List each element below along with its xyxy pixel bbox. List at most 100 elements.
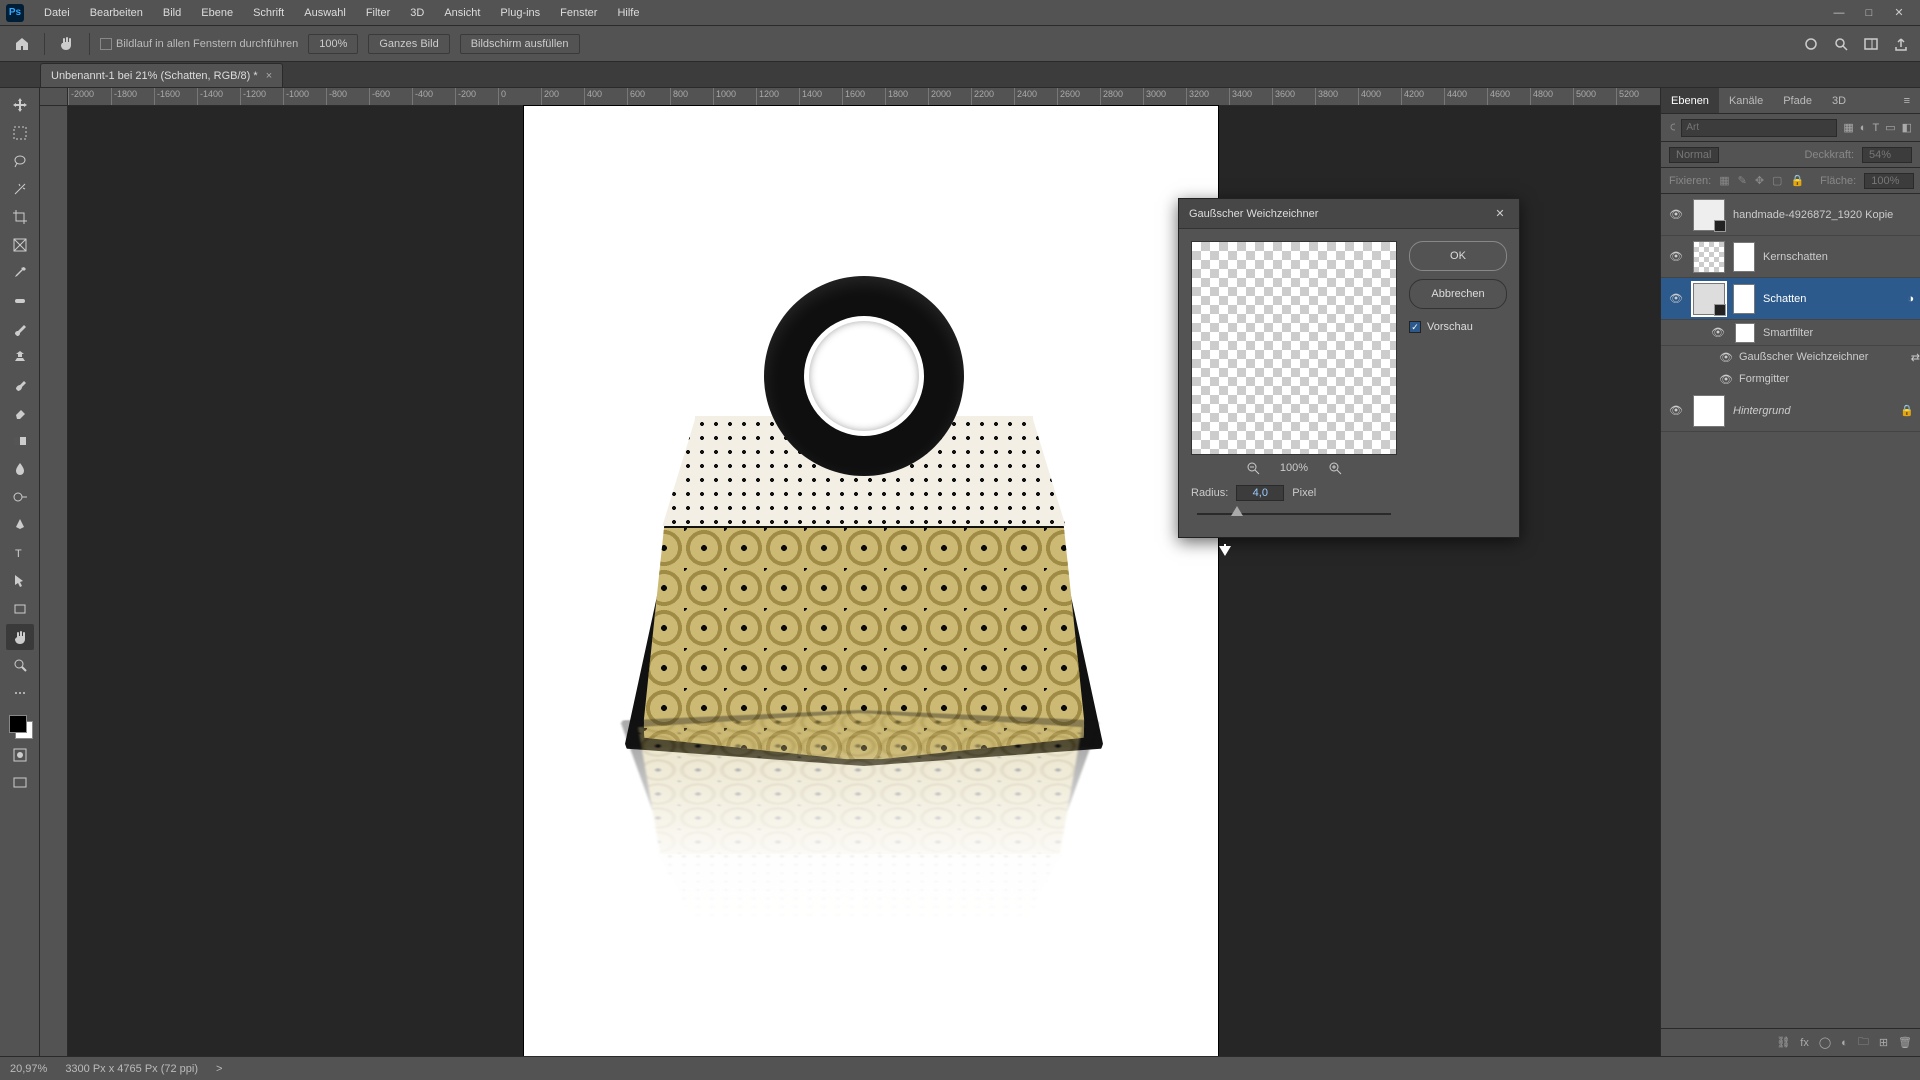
rectangle-tool[interactable] [6, 596, 34, 622]
menu-plugins[interactable]: Plug-ins [490, 7, 550, 19]
radius-input[interactable] [1236, 485, 1284, 501]
visibility-toggle[interactable]: 👁 [1667, 250, 1685, 263]
menu-bild[interactable]: Bild [153, 7, 191, 19]
layer-thumbnail[interactable] [1693, 241, 1725, 273]
lock-transparency-icon[interactable]: ▦ [1719, 174, 1729, 187]
filter-pixel-icon[interactable]: ▦ [1843, 121, 1853, 134]
gradient-tool[interactable] [6, 428, 34, 454]
tab-3d[interactable]: 3D [1822, 88, 1856, 113]
hand-tool-toolbox[interactable] [6, 624, 34, 650]
lock-artboard-icon[interactable]: ▢ [1772, 174, 1782, 187]
smart-filters-row[interactable]: 👁 Smartfilter [1661, 320, 1920, 346]
share-icon[interactable] [1892, 35, 1910, 53]
filter-options-icon[interactable]: ⇄ [1911, 351, 1920, 364]
radius-slider[interactable] [1197, 505, 1391, 523]
menu-hilfe[interactable]: Hilfe [607, 7, 649, 19]
cancel-button[interactable]: Abbrechen [1409, 279, 1507, 309]
blur-tool[interactable] [6, 456, 34, 482]
status-zoom[interactable]: 20,97% [10, 1063, 47, 1075]
ruler-origin[interactable] [40, 88, 68, 106]
dialog-titlebar[interactable]: Gaußscher Weichzeichner ✕ [1179, 199, 1519, 229]
zoom-in-icon[interactable] [1328, 461, 1342, 475]
move-tool[interactable] [6, 92, 34, 118]
layer-name[interactable]: Schatten [1763, 293, 1899, 305]
layer-mask-thumbnail[interactable] [1733, 242, 1755, 272]
slider-thumb[interactable] [1231, 506, 1243, 516]
menu-3d[interactable]: 3D [400, 7, 434, 19]
menu-auswahl[interactable]: Auswahl [294, 7, 356, 19]
history-brush-tool[interactable] [6, 372, 34, 398]
layer-name[interactable]: Kernschatten [1763, 251, 1914, 263]
eraser-tool[interactable] [6, 400, 34, 426]
menu-ansicht[interactable]: Ansicht [434, 7, 490, 19]
tab-ebenen[interactable]: Ebenen [1661, 88, 1719, 113]
dialog-preview[interactable] [1191, 241, 1397, 455]
crop-tool[interactable] [6, 204, 34, 230]
window-minimize-button[interactable]: — [1824, 7, 1854, 19]
workspace-icon[interactable] [1862, 35, 1880, 53]
menu-filter[interactable]: Filter [356, 7, 400, 19]
horizontal-ruler[interactable]: -2000-1800-1600-1400-1200-1000-800-600-4… [68, 88, 1660, 106]
layer-mask-icon[interactable]: ◯ [1819, 1036, 1831, 1049]
smart-filter-item[interactable]: 👁 Formgitter [1719, 368, 1920, 390]
menu-ebene[interactable]: Ebene [191, 7, 243, 19]
layer-row[interactable]: 👁 Kernschatten [1661, 236, 1920, 278]
visibility-toggle[interactable]: 👁 [1667, 208, 1685, 221]
tab-pfade[interactable]: Pfade [1773, 88, 1822, 113]
clone-stamp-tool[interactable] [6, 344, 34, 370]
window-maximize-button[interactable]: □ [1854, 7, 1884, 19]
edit-toolbar-button[interactable] [6, 680, 34, 706]
screen-mode-button[interactable] [6, 770, 34, 796]
opacity-input[interactable]: 54% [1862, 147, 1912, 163]
new-layer-icon[interactable]: ⊞ [1879, 1036, 1888, 1049]
vertical-ruler[interactable] [40, 106, 68, 1056]
zoom-100-button[interactable]: 100% [308, 34, 358, 54]
marquee-tool[interactable] [6, 120, 34, 146]
document-tab-close-button[interactable]: × [266, 70, 272, 82]
blend-mode-select[interactable]: Normal [1669, 147, 1719, 163]
layer-thumbnail[interactable] [1693, 199, 1725, 231]
status-arrow-icon[interactable]: > [216, 1063, 222, 1075]
filter-toggle-icon[interactable]: ◑ [1907, 293, 1914, 305]
foreground-color-swatch[interactable] [9, 715, 27, 733]
visibility-toggle[interactable]: 👁 [1719, 373, 1733, 386]
filter-shape-icon[interactable]: ▭ [1885, 121, 1895, 134]
lock-all-icon[interactable]: 🔒 [1790, 174, 1804, 187]
quick-mask-button[interactable] [6, 742, 34, 768]
adjustment-layer-icon[interactable]: ◐ [1841, 1037, 1848, 1049]
smart-filter-item[interactable]: 👁 Gaußscher Weichzeichner ⇄ [1719, 346, 1920, 368]
group-icon[interactable]: 🗀 [1858, 1033, 1869, 1052]
filter-type-icon[interactable]: T [1872, 122, 1879, 134]
preview-checkbox[interactable]: ✓ Vorschau [1409, 321, 1507, 333]
hand-tool-icon[interactable] [55, 32, 79, 56]
filter-smart-icon[interactable]: ◧ [1902, 121, 1912, 134]
layer-thumbnail[interactable] [1693, 395, 1725, 427]
lasso-tool[interactable] [6, 148, 34, 174]
dodge-tool[interactable] [6, 484, 34, 510]
menu-bearbeiten[interactable]: Bearbeiten [80, 7, 153, 19]
document-tab[interactable]: Unbenannt-1 bei 21% (Schatten, RGB/8) * … [40, 63, 283, 87]
lock-icon[interactable]: 🔒 [1900, 404, 1914, 417]
lock-pixels-icon[interactable]: ✎ [1738, 174, 1747, 187]
fill-screen-button[interactable]: Bildschirm ausfüllen [460, 34, 580, 54]
cloud-icon[interactable] [1802, 35, 1820, 53]
delete-layer-icon[interactable]: 🗑 [1898, 1036, 1912, 1049]
layer-name[interactable]: Hintergrund [1733, 405, 1892, 417]
canvas[interactable] [524, 106, 1218, 1066]
path-selection-tool[interactable] [6, 568, 34, 594]
lock-position-icon[interactable]: ✥ [1755, 174, 1764, 187]
zoom-out-icon[interactable] [1246, 461, 1260, 475]
zoom-tool[interactable] [6, 652, 34, 678]
layer-row[interactable]: 👁 Hintergrund 🔒 [1661, 390, 1920, 432]
tab-kanaele[interactable]: Kanäle [1719, 88, 1773, 113]
filter-adjust-icon[interactable]: ◐ [1860, 122, 1867, 134]
status-dimensions[interactable]: 3300 Px x 4765 Px (72 ppi) [65, 1063, 198, 1075]
layer-style-icon[interactable]: fx [1800, 1037, 1809, 1049]
frame-tool[interactable] [6, 232, 34, 258]
layer-row[interactable]: 👁 handmade-4926872_1920 Kopie [1661, 194, 1920, 236]
scroll-all-windows-checkbox[interactable]: Bildlauf in allen Fenstern durchführen [100, 38, 298, 50]
layer-mask-thumbnail[interactable] [1733, 284, 1755, 314]
fit-whole-image-button[interactable]: Ganzes Bild [368, 34, 449, 54]
visibility-toggle[interactable]: 👁 [1709, 326, 1727, 339]
magic-wand-tool[interactable] [6, 176, 34, 202]
